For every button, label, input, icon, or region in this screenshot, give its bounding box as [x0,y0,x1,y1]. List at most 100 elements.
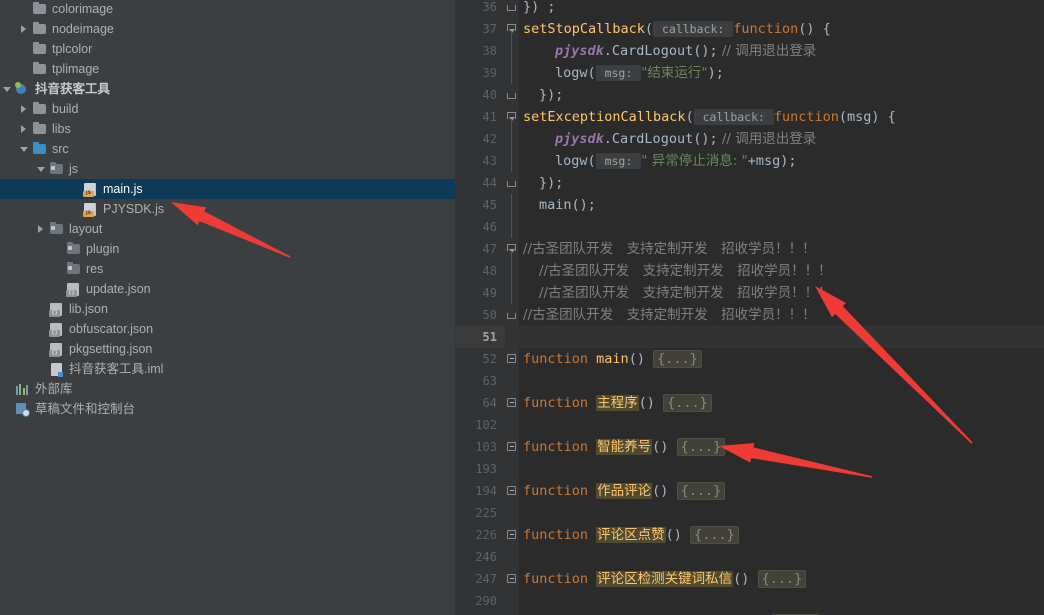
tree-item-js[interactable]: js [0,159,455,179]
code-line[interactable]: 47//古圣团队开发 支持定制开发 招收学员！！！ [455,238,1044,260]
fold-collapse-icon[interactable] [505,106,519,128]
tree-item-label: main.js [99,179,143,199]
code-line[interactable]: 247function 评论区检测关键词私信() {...} [455,568,1044,590]
tree-item-colorimage[interactable]: colorimage [0,0,455,19]
project-tree-panel[interactable]: colorimagenodeimagetplcolortplimage抖音获客工… [0,0,455,615]
chevron-right-icon[interactable] [17,119,30,139]
line-number: 43 [455,150,505,172]
code-line[interactable]: 103function 智能养号() {...} [455,436,1044,458]
tree-item-label: plugin [82,239,119,259]
code-line[interactable]: 50//古圣团队开发 支持定制开发 招收学员！！！ [455,304,1044,326]
line-number: 64 [455,392,505,414]
chevron-down-icon[interactable] [0,79,13,99]
fold-gutter-empty [505,414,519,436]
code-line[interactable]: 43logw( msg: " 异常停止消息: "+msg); [455,150,1044,172]
tree-item-label: res [82,259,103,279]
tree-item-label: 抖音获客工具.iml [65,359,163,379]
code-text [519,458,1044,480]
fold-expand-icon[interactable] [505,392,519,414]
code-line[interactable]: 48//古圣团队开发 支持定制开发 招收学员！！！ [455,260,1044,282]
code-line[interactable]: 42pjysdk.CardLogout(); // 调用退出登录 [455,128,1044,150]
code-text: setExceptionCallback( callback: function… [519,106,1044,128]
chevron-right-icon[interactable] [17,19,30,39]
code-line[interactable]: 41 setExceptionCallback( callback: functi… [455,106,1044,128]
chevron-right-icon[interactable] [34,219,47,239]
tree-item-plugin[interactable]: plugin [0,239,455,259]
tree-item-抖音获客工具[interactable]: 抖音获客工具 [0,79,455,99]
code-line[interactable]: 39logw( msg: "结束运行"); [455,62,1044,84]
scratches-icon [13,399,31,419]
code-line[interactable]: 194function 作品评论() {...} [455,480,1044,502]
module-icon [13,79,31,99]
tree-item-label: tplimage [48,59,99,79]
code-text: }); [519,84,1044,106]
code-editor-panel[interactable]: 36}) ;37setStopCallback( callback: funct… [455,0,1044,615]
chevron-down-icon[interactable] [34,159,47,179]
fold-collapse-icon[interactable] [505,18,519,40]
tree-item-lib.json[interactable]: lib.json [0,299,455,319]
code-text: function 作品评论() {...} [519,480,1044,502]
tree-item-tplcolor[interactable]: tplcolor [0,39,455,59]
tree-item-obfuscator.json[interactable]: obfuscator.json [0,319,455,339]
folder-source-icon [47,219,65,239]
fold-collapse-icon[interactable] [505,238,519,260]
tree-item-res[interactable]: res [0,259,455,279]
fold-expand-icon[interactable] [505,568,519,590]
tree-item-update.json[interactable]: update.json [0,279,455,299]
tree-item-tplimage[interactable]: tplimage [0,59,455,79]
chevron-down-icon[interactable] [17,139,30,159]
code-line[interactable]: 290 [455,590,1044,612]
line-number: 46 [455,216,505,238]
code-line[interactable]: 246 [455,546,1044,568]
tree-item-main.js[interactable]: main.js [0,179,455,199]
code-text [519,546,1044,568]
code-line[interactable]: 102 [455,414,1044,436]
tree-item-pkgsetting.json[interactable]: pkgsetting.json [0,339,455,359]
code-line[interactable]: 46 [455,216,1044,238]
code-line[interactable]: 63 [455,370,1044,392]
code-line[interactable]: 36}) ; [455,0,1044,18]
fold-expand-icon[interactable] [505,436,519,458]
external-libraries-icon [13,379,31,399]
tree-item-草稿文件和控制台[interactable]: 草稿文件和控制台 [0,399,455,419]
code-line[interactable]: 51 [455,326,1044,348]
code-line[interactable]: 226function 评论区点赞() {...} [455,524,1044,546]
code-line[interactable]: 225 [455,502,1044,524]
tree-item-build[interactable]: build [0,99,455,119]
code-line[interactable]: 40}); [455,84,1044,106]
tree-item-label: lib.json [65,299,108,319]
code-line[interactable]: 38pjysdk.CardLogout(); // 调用退出登录 [455,40,1044,62]
tree-item-label: 外部库 [31,379,73,399]
fold-end-icon [505,304,519,326]
chevron-right-icon[interactable] [17,99,30,119]
code-text: //古圣团队开发 支持定制开发 招收学员！！！ [519,238,1044,260]
tree-item-libs[interactable]: libs [0,119,455,139]
code-line[interactable]: 49//古圣团队开发 支持定制开发 招收学员！！！ [455,282,1044,304]
tree-item-抖音获客工具.iml[interactable]: 抖音获客工具.iml [0,359,455,379]
tree-item-label: tplcolor [48,39,92,59]
fold-expand-icon[interactable] [505,524,519,546]
line-number: 39 [455,62,505,84]
code-line[interactable]: 193 [455,458,1044,480]
json-file-icon [47,299,65,319]
tree-item-src[interactable]: src [0,139,455,159]
code-text [519,326,1044,348]
code-line[interactable]: 52function main() {...} [455,348,1044,370]
chevron-placeholder [68,199,81,219]
fold-guide-line [505,128,519,150]
tree-item-外部库[interactable]: 外部库 [0,379,455,399]
tree-item-nodeimage[interactable]: nodeimage [0,19,455,39]
tree-item-layout[interactable]: layout [0,219,455,239]
code-line[interactable]: 37setStopCallback( callback: function() … [455,18,1044,40]
ide-window: colorimagenodeimagetplcolortplimage抖音获客工… [0,0,1044,615]
tree-item-pjysdk.js[interactable]: PJYSDK.js [0,199,455,219]
line-number: 41 [455,106,505,128]
code-text [519,590,1044,612]
chevron-placeholder [34,339,47,359]
code-line[interactable]: 64function 主程序() {...} [455,392,1044,414]
code-line[interactable]: 44}); [455,172,1044,194]
fold-expand-icon[interactable] [505,480,519,502]
code-line[interactable]: 45main(); [455,194,1044,216]
code-text: }) ; [519,0,1044,18]
fold-expand-icon[interactable] [505,348,519,370]
